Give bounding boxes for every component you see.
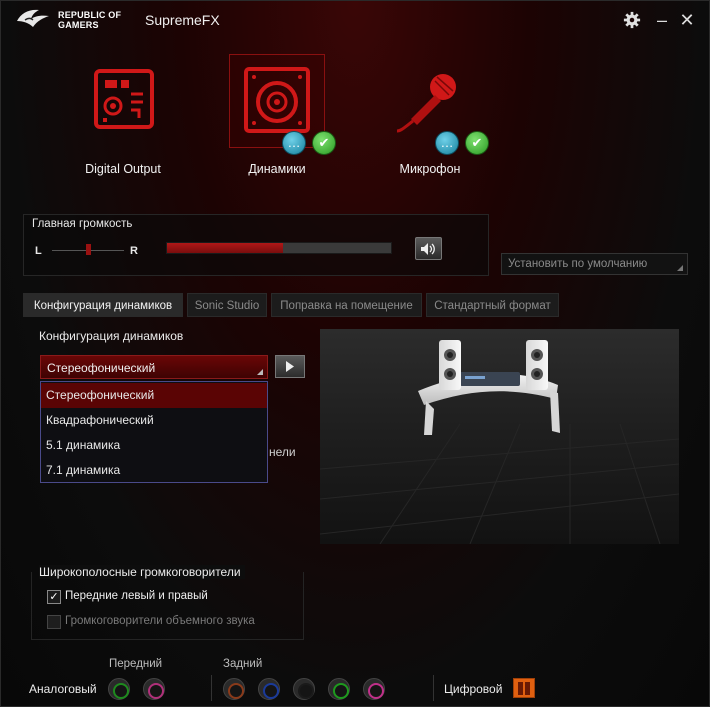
gear-icon[interactable] — [621, 9, 643, 31]
set-default-label: Установить по умолчанию — [508, 258, 648, 270]
check-icon: ✔ — [312, 131, 336, 155]
speaker-preview-image — [320, 329, 679, 544]
balance-left-label: L — [35, 245, 42, 257]
dropdown-option[interactable]: 7.1 динамика — [41, 458, 267, 483]
tab-speaker-config[interactable]: Конфигурация динамиков — [23, 293, 183, 317]
device-microphone[interactable] — [391, 69, 465, 135]
dropdown-option[interactable]: Квадрафонический — [41, 408, 267, 433]
tab-sonic-studio[interactable]: Sonic Studio — [187, 293, 267, 317]
device-speakers[interactable] — [229, 54, 325, 148]
digital-output-toggle[interactable] — [513, 678, 535, 698]
main-volume-panel: Главная громкость L R — [23, 214, 489, 276]
corner-arrow-icon — [677, 265, 683, 271]
front-jack-green[interactable] — [108, 678, 130, 700]
front-jacks-title: Передний — [109, 658, 163, 670]
fullrange-group — [31, 572, 304, 640]
chat-icon[interactable]: … — [435, 131, 459, 155]
digital-label: Цифровой — [444, 682, 503, 696]
brand-text: REPUBLIC OF GAMERS — [58, 10, 121, 30]
device-digital-output[interactable] — [89, 66, 159, 136]
microphone-icon — [396, 74, 456, 133]
speaker-config-label: Конфигурация динамиков — [39, 329, 184, 343]
close-button[interactable]: ✕ — [676, 9, 698, 31]
analog-label: Аналоговый — [29, 682, 97, 696]
dropdown-option[interactable]: 5.1 динамика — [41, 433, 267, 458]
brand-line-2: GAMERS — [58, 20, 99, 30]
divider — [433, 675, 434, 701]
device-label-microphone: Микрофон — [399, 162, 461, 176]
rear-jack-green[interactable] — [328, 678, 350, 700]
surround-checkbox[interactable] — [47, 615, 61, 629]
tab-default-format[interactable]: Стандартный формат — [426, 293, 559, 317]
speaker-config-dropdown: Стереофонический Квадрафонический 5.1 ди… — [40, 381, 268, 483]
front-jack-pink[interactable] — [143, 678, 165, 700]
play-icon — [286, 361, 294, 372]
front-lr-label: Передние левый и правый — [65, 590, 208, 602]
rear-jack-black[interactable] — [293, 678, 315, 700]
volume-level-fill — [167, 243, 284, 253]
speaker-setup-illustration — [320, 340, 679, 544]
rear-jack-orange[interactable] — [223, 678, 245, 700]
speaker-config-value: Стереофонический — [47, 361, 156, 375]
device-label-digital-output: Digital Output — [85, 162, 161, 176]
balance-slider-handle[interactable] — [86, 244, 91, 255]
speaker-icon — [244, 67, 310, 133]
chat-icon[interactable]: … — [282, 131, 306, 155]
digital-output-icon — [94, 69, 154, 129]
brand-line-1: REPUBLIC OF — [58, 10, 122, 20]
mute-button[interactable] — [415, 237, 442, 260]
device-label-speakers: Динамики — [248, 162, 306, 176]
front-lr-checkbox[interactable]: ✓ — [47, 590, 61, 604]
tab-room-correction[interactable]: Поправка на помещение — [271, 293, 422, 317]
title-bar: REPUBLIC OF GAMERS SupremeFX – ✕ — [1, 1, 710, 39]
partially-hidden-text: нели — [269, 445, 296, 459]
rog-logo — [17, 9, 49, 28]
balance-right-label: R — [130, 245, 138, 257]
fullrange-title: Широкополосные громкоговорители — [39, 565, 245, 579]
speaker-volume-icon — [420, 243, 435, 255]
corner-arrow-icon — [257, 369, 263, 375]
minimize-button[interactable]: – — [651, 9, 673, 31]
check-icon: ✔ — [465, 131, 489, 155]
divider — [211, 675, 212, 701]
dropdown-option[interactable]: Стереофонический — [41, 383, 267, 408]
app-window: REPUBLIC OF GAMERS SupremeFX – ✕ Digital… — [0, 0, 710, 707]
rear-jack-blue[interactable] — [258, 678, 280, 700]
surround-label: Громкоговорители объемного звука — [65, 615, 255, 627]
rear-jacks-title: Задний — [223, 658, 263, 670]
main-volume-title: Главная громкость — [32, 218, 133, 230]
speaker-config-select[interactable]: Стереофонический — [40, 355, 268, 379]
set-default-button[interactable]: Установить по умолчанию — [501, 253, 688, 275]
play-test-button[interactable] — [275, 355, 305, 378]
volume-slider[interactable] — [166, 242, 392, 254]
app-title: SupremeFX — [145, 12, 220, 28]
rear-jack-pink[interactable] — [363, 678, 385, 700]
